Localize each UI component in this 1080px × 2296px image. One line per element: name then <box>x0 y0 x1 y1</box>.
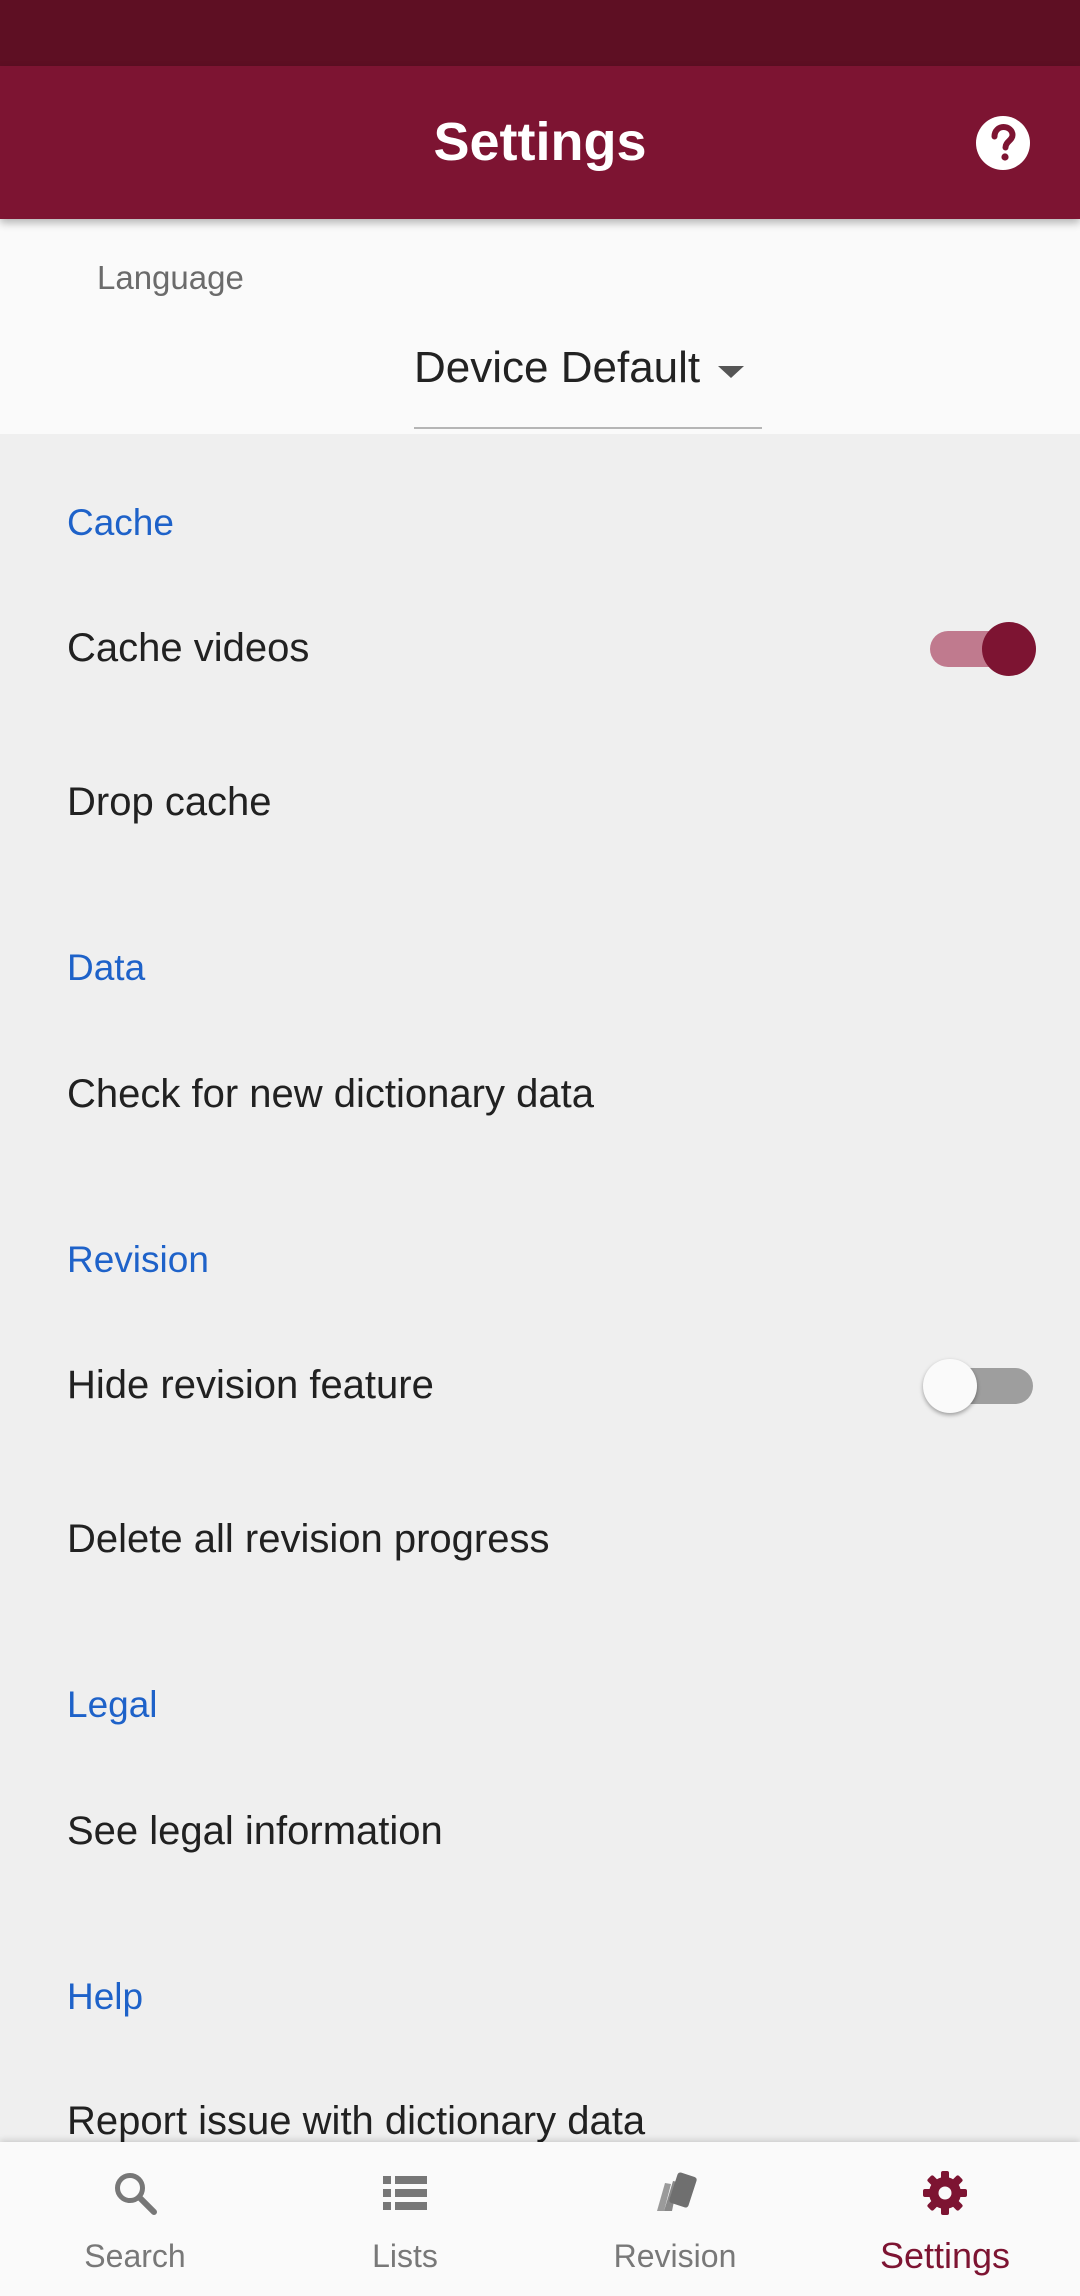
cache-videos-label: Cache videos <box>67 626 310 670</box>
language-dropdown[interactable]: Device Default <box>414 337 762 429</box>
caret-down-icon <box>718 366 744 378</box>
help-button[interactable] <box>974 114 1032 172</box>
language-value: Device Default <box>414 343 701 392</box>
search-icon <box>115 2173 157 2215</box>
section-header-cache: Cache <box>67 502 174 543</box>
nav-revision[interactable]: Revision <box>540 2142 810 2296</box>
nav-settings[interactable]: Settings <box>810 2142 1080 2296</box>
hide-revision-row[interactable]: Hide revision feature <box>0 1330 1080 1440</box>
nav-search[interactable]: Search <box>0 2142 270 2296</box>
language-label: Language <box>97 259 244 296</box>
cards-icon <box>657 2172 697 2211</box>
check-new-data-label: Check for new dictionary data <box>67 1072 594 1116</box>
section-header-data: Data <box>67 947 146 988</box>
toggle-thumb <box>982 622 1036 676</box>
gear-icon <box>923 2171 967 2215</box>
status-bar <box>0 0 1080 66</box>
cache-videos-row[interactable]: Cache videos <box>0 593 1080 703</box>
nav-lists-label: Lists <box>372 2238 438 2274</box>
section-header-help: Help <box>67 1976 144 2017</box>
language-panel: Language Device Default <box>0 219 1080 434</box>
toggle-thumb <box>923 1359 977 1413</box>
cache-videos-toggle[interactable] <box>930 593 1040 703</box>
nav-revision-label: Revision <box>613 2238 737 2274</box>
help-circle-icon <box>976 116 1030 170</box>
nav-search-label: Search <box>84 2238 186 2274</box>
hide-revision-toggle[interactable] <box>923 1330 1033 1440</box>
see-legal-button[interactable]: See legal information <box>0 1776 1080 1886</box>
check-new-data-button[interactable]: Check for new dictionary data <box>0 1039 1080 1149</box>
list-icon <box>383 2176 427 2210</box>
nav-settings-label: Settings <box>879 2235 1011 2276</box>
drop-cache-label: Drop cache <box>67 780 272 824</box>
delete-revision-progress-label: Delete all revision progress <box>67 1517 550 1561</box>
see-legal-label: See legal information <box>67 1809 443 1853</box>
section-header-revision: Revision <box>67 1239 209 1280</box>
drop-cache-button[interactable]: Drop cache <box>0 747 1080 857</box>
delete-revision-progress-button[interactable]: Delete all revision progress <box>0 1484 1080 1594</box>
hide-revision-label: Hide revision feature <box>67 1363 434 1407</box>
section-header-legal: Legal <box>67 1684 158 1725</box>
page-title: Settings <box>433 112 647 172</box>
bottom-navigation: Search Lists Revision Settings <box>0 2142 1080 2296</box>
app-bar: Settings <box>0 66 1080 219</box>
nav-lists[interactable]: Lists <box>270 2142 540 2296</box>
